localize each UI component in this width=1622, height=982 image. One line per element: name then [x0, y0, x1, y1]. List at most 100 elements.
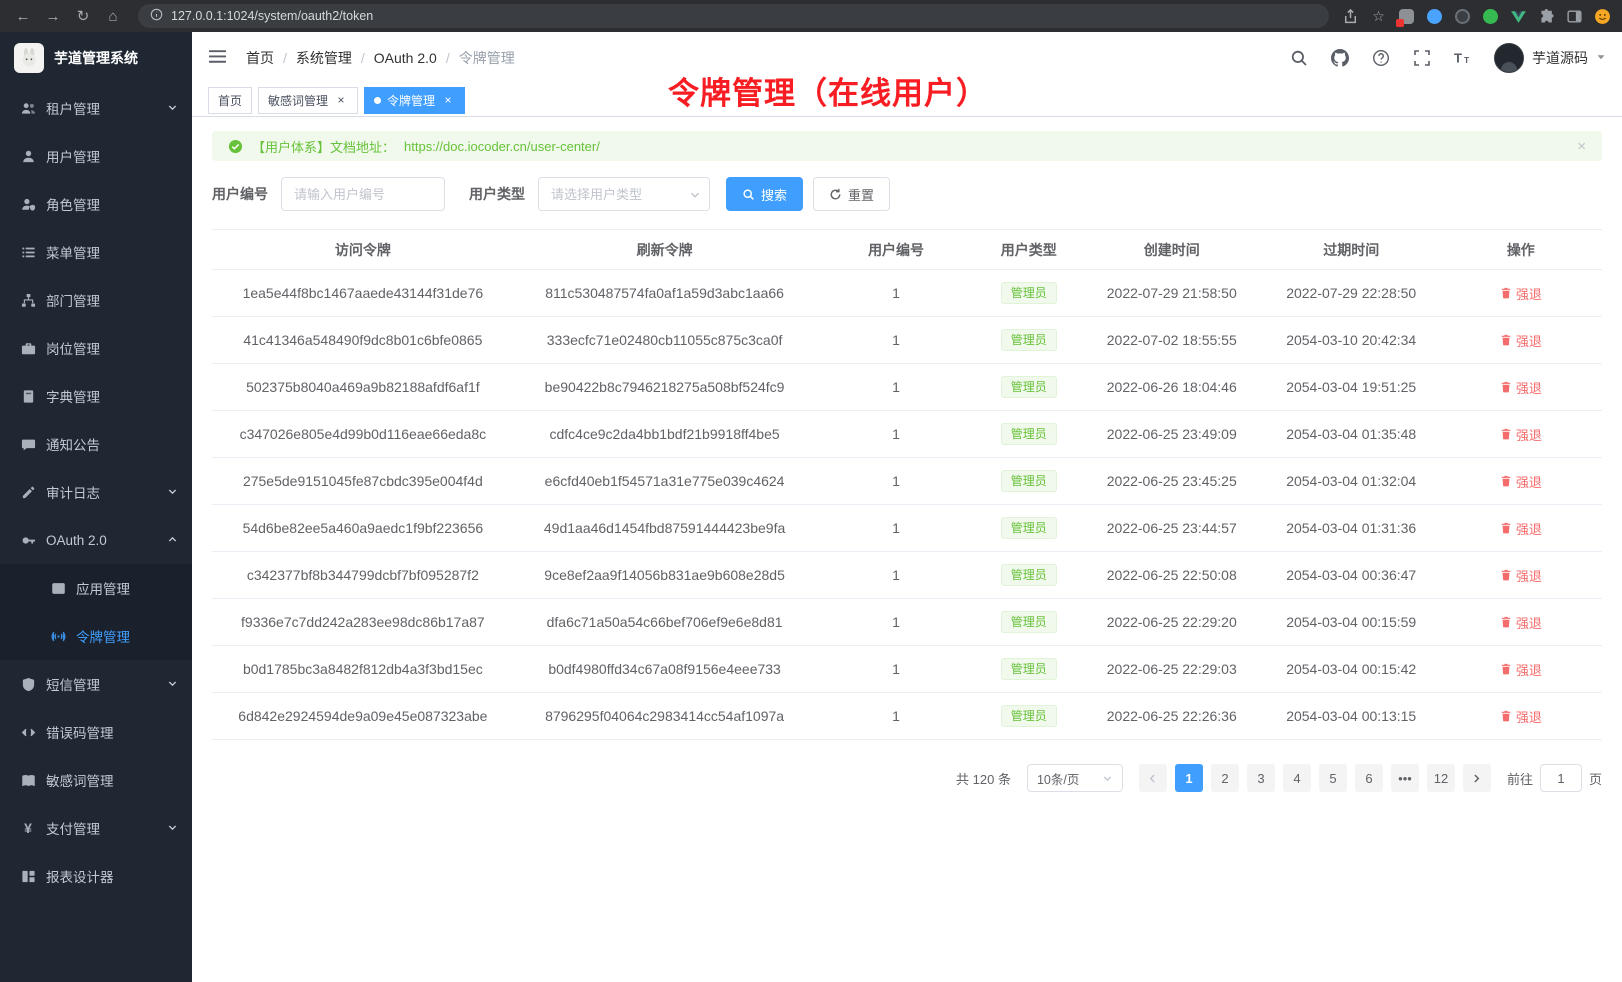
force-logout-button[interactable]: 强退 — [1500, 707, 1542, 726]
reload-button[interactable]: ↻ — [70, 4, 96, 28]
user-menu[interactable]: 芋道源码 — [1494, 43, 1606, 73]
goto-page-input[interactable] — [1540, 764, 1582, 792]
vue-devtools-icon[interactable] — [1509, 7, 1528, 26]
sidebar-item-user[interactable]: 用户管理 — [0, 132, 192, 180]
extension-icon[interactable] — [1481, 7, 1500, 26]
sidebar-item-oauth2[interactable]: OAuth 2.0 — [0, 516, 192, 564]
forward-button[interactable]: → — [40, 4, 66, 28]
sidebar-item-role[interactable]: 角色管理 — [0, 180, 192, 228]
user-icon — [20, 148, 36, 164]
force-logout-button[interactable]: 强退 — [1500, 378, 1542, 397]
hamburger-icon[interactable] — [208, 47, 230, 69]
sidebar-item-pay[interactable]: ¥支付管理 — [0, 804, 192, 852]
sidebar-item-errcode[interactable]: 错误码管理 — [0, 708, 192, 756]
sidebar-item-dict[interactable]: 字典管理 — [0, 372, 192, 420]
expire-time-cell: 2054-03-04 01:35:48 — [1263, 411, 1440, 458]
more-pages-button[interactable]: ••• — [1391, 764, 1419, 792]
user-type-cell: 管理员 — [977, 270, 1081, 317]
bookmark-star-icon[interactable]: ☆ — [1369, 7, 1388, 26]
force-logout-button[interactable]: 强退 — [1500, 472, 1542, 491]
extension-icon[interactable] — [1453, 7, 1472, 26]
sidebar-item-post[interactable]: 岗位管理 — [0, 324, 192, 372]
page-button[interactable]: 4 — [1283, 764, 1311, 792]
trash-icon — [1500, 428, 1512, 440]
sidebar-item-notice[interactable]: 通知公告 — [0, 420, 192, 468]
chevron-up-icon — [167, 533, 178, 548]
extension-icon[interactable] — [1397, 7, 1416, 26]
home-button[interactable]: ⌂ — [100, 4, 126, 28]
force-logout-button[interactable]: 强退 — [1500, 519, 1542, 538]
search-icon[interactable] — [1289, 48, 1309, 68]
close-icon[interactable]: × — [1577, 138, 1586, 155]
force-logout-button[interactable]: 强退 — [1500, 613, 1542, 632]
search-button[interactable]: 搜索 — [726, 177, 803, 211]
reset-button[interactable]: 重置 — [813, 177, 890, 211]
expire-time-cell: 2054-03-04 01:32:04 — [1263, 458, 1440, 505]
window-icon — [50, 580, 66, 596]
page-button[interactable]: 1 — [1175, 764, 1203, 792]
action-cell: 强退 — [1440, 552, 1602, 599]
font-size-icon[interactable]: TT — [1453, 48, 1473, 68]
force-logout-button[interactable]: 强退 — [1500, 566, 1542, 585]
extension-icon[interactable] — [1425, 7, 1444, 26]
doc-link[interactable]: https://doc.iocoder.cn/user-center/ — [404, 139, 600, 154]
sidebar-item-report[interactable]: 报表设计器 — [0, 852, 192, 900]
profile-avatar[interactable] — [1593, 7, 1612, 26]
split-view-icon[interactable] — [1565, 7, 1584, 26]
trash-icon — [1500, 522, 1512, 534]
breadcrumb-item[interactable]: OAuth 2.0 — [374, 50, 437, 66]
next-page-button[interactable] — [1463, 764, 1491, 792]
sidebar-item-tenant[interactable]: 租户管理 — [0, 84, 192, 132]
refresh-token-cell: be90422b8c7946218275a508bf524fc9 — [514, 364, 816, 411]
user-type-select[interactable] — [538, 177, 710, 211]
expire-time-cell: 2054-03-04 00:36:47 — [1263, 552, 1440, 599]
table-row: c342377bf8b344799dcbf7bf095287f29ce8ef2a… — [212, 552, 1602, 599]
chevron-down-icon — [167, 821, 178, 836]
back-button[interactable]: ← — [10, 4, 36, 28]
share-icon[interactable] — [1341, 7, 1360, 26]
puzzle-icon[interactable] — [1537, 7, 1556, 26]
fullscreen-icon[interactable] — [1412, 48, 1432, 68]
column-header: 刷新令牌 — [514, 230, 816, 270]
user-type-badge: 管理员 — [1001, 282, 1057, 304]
page-button[interactable]: 5 — [1319, 764, 1347, 792]
logo-rabbit-icon — [14, 43, 44, 73]
close-icon[interactable]: × — [334, 93, 348, 107]
user-id-input[interactable] — [281, 177, 445, 211]
force-logout-button[interactable]: 强退 — [1500, 425, 1542, 444]
page-button[interactable]: 3 — [1247, 764, 1275, 792]
action-cell: 强退 — [1440, 411, 1602, 458]
prev-page-button[interactable] — [1139, 764, 1167, 792]
sidebar-item-dept[interactable]: 部门管理 — [0, 276, 192, 324]
github-icon[interactable] — [1330, 48, 1350, 68]
breadcrumb-item[interactable]: 首页 — [246, 48, 274, 68]
refresh-token-cell: 9ce8ef2aa9f14056b831ae9b608e28d5 — [514, 552, 816, 599]
user-type-select-input[interactable] — [538, 177, 710, 211]
access-token-cell: c347026e805e4d99b0d116eae66eda8c — [212, 411, 514, 458]
sidebar-item-oauth2-app[interactable]: 应用管理 — [0, 564, 192, 612]
action-cell: 强退 — [1440, 693, 1602, 740]
sidebar-item-oauth2-token[interactable]: 令牌管理 — [0, 612, 192, 660]
force-logout-button[interactable]: 强退 — [1500, 660, 1542, 679]
close-icon[interactable]: × — [441, 93, 455, 107]
force-logout-button[interactable]: 强退 — [1500, 331, 1542, 350]
help-icon[interactable] — [1371, 48, 1391, 68]
page-button[interactable]: 12 — [1427, 764, 1455, 792]
page-button[interactable]: 6 — [1355, 764, 1383, 792]
app-logo[interactable]: 芋道管理系统 — [0, 32, 192, 84]
url-bar[interactable]: 127.0.0.1:1024/system/oauth2/token — [138, 4, 1329, 28]
tab-home[interactable]: 首页 — [208, 87, 252, 114]
sidebar-item-sms[interactable]: 短信管理 — [0, 660, 192, 708]
page-button[interactable]: 2 — [1211, 764, 1239, 792]
sidebar-item-sensitive[interactable]: 敏感词管理 — [0, 756, 192, 804]
list-icon — [20, 244, 36, 260]
tab-token[interactable]: 令牌管理× — [364, 87, 465, 114]
page-size-select[interactable]: 10条/页 — [1027, 764, 1123, 792]
refresh-token-cell: e6cfd40eb1f54571a31e775e039c4624 — [514, 458, 816, 505]
breadcrumb-item[interactable]: 系统管理 — [296, 48, 352, 68]
force-logout-button[interactable]: 强退 — [1500, 284, 1542, 303]
sidebar-item-menu[interactable]: 菜单管理 — [0, 228, 192, 276]
sidebar-item-audit-log[interactable]: 审计日志 — [0, 468, 192, 516]
tab-sensitive-word[interactable]: 敏感词管理× — [258, 87, 358, 114]
broadcast-icon — [50, 628, 66, 644]
